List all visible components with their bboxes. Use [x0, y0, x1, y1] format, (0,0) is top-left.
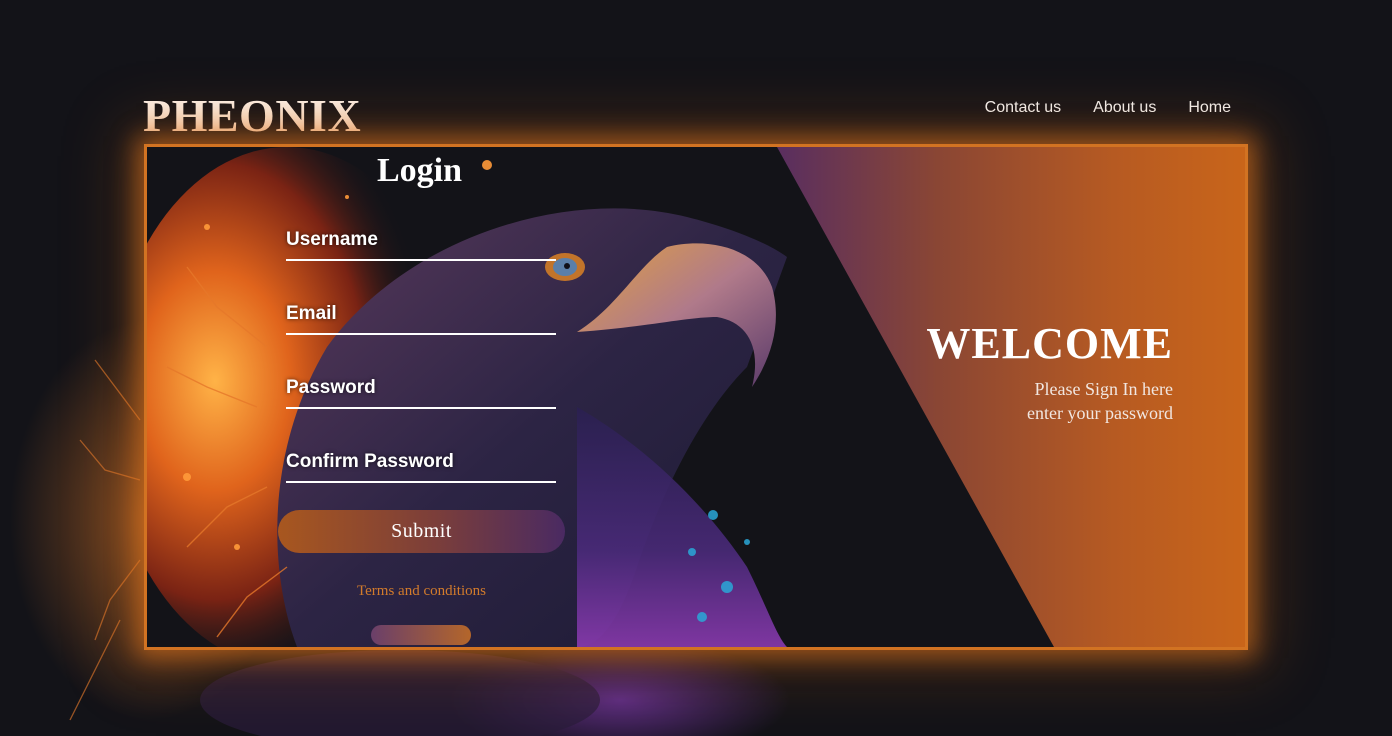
password-input[interactable]: [286, 403, 556, 409]
welcome-block: WELCOME Please Sign In here enter your p…: [926, 319, 1173, 425]
email-input[interactable]: [286, 329, 556, 335]
nav-about-us[interactable]: About us: [1093, 98, 1156, 118]
welcome-title: WELCOME: [926, 319, 1173, 368]
nav-contact-us[interactable]: Contact us: [985, 98, 1061, 118]
login-card: WELCOME Please Sign In here enter your p…: [144, 144, 1248, 650]
username-input[interactable]: [286, 255, 556, 261]
confirm-password-input[interactable]: [286, 477, 556, 483]
top-nav: Contact us About us Home: [985, 98, 1231, 118]
nav-home[interactable]: Home: [1188, 98, 1231, 118]
password-label: Password: [286, 377, 376, 398]
confirm-password-field: Confirm Password: [286, 451, 556, 483]
username-field: Username: [286, 229, 556, 261]
secondary-pill-button[interactable]: [371, 625, 471, 645]
confirm-password-label: Confirm Password: [286, 451, 454, 472]
submit-button[interactable]: Submit: [278, 510, 565, 553]
terms-link[interactable]: Terms and conditions: [278, 583, 565, 600]
password-field: Password: [286, 377, 556, 409]
email-field: Email: [286, 303, 556, 335]
username-label: Username: [286, 229, 378, 250]
brand-logo: PHEONIX: [143, 88, 361, 144]
welcome-subtitle-line2: enter your password: [1027, 403, 1173, 423]
login-title: Login: [377, 152, 463, 189]
email-label: Email: [286, 303, 337, 324]
welcome-subtitle-line1: Please Sign In here: [1034, 379, 1173, 399]
